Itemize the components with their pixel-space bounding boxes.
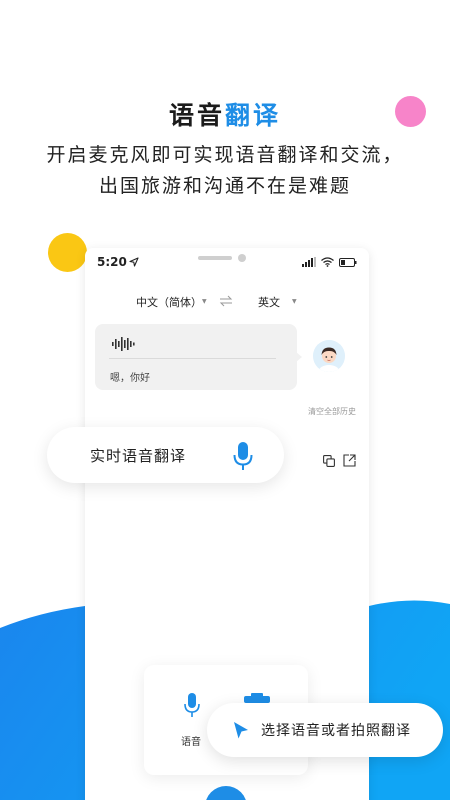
signal-icon — [302, 257, 316, 267]
main-action-button[interactable] — [205, 786, 247, 800]
status-time: 5:20 — [97, 255, 127, 269]
message-bubble[interactable]: 嗯，你好 — [95, 324, 297, 390]
swap-icon[interactable] — [219, 295, 233, 307]
source-dropdown-icon[interactable]: ▼ — [202, 298, 207, 305]
title-accent: 翻译 — [225, 101, 282, 130]
microphone-icon[interactable] — [184, 693, 200, 717]
target-language[interactable]: 英文 — [258, 294, 280, 310]
page-title: 语音翻译 — [0, 96, 450, 132]
battery-icon — [339, 257, 357, 267]
bubble-tail — [296, 352, 302, 362]
camera-icon[interactable] — [244, 693, 270, 703]
realtime-voice-label: 实时语音翻译 — [90, 447, 187, 465]
select-mode-label: 选择语音或者拍照翻译 — [261, 723, 411, 739]
bubble-divider — [109, 358, 276, 359]
page-subtitle: 开启麦克风即可实现语音翻译和交流，出国旅游和沟通不在是难题 — [46, 144, 404, 197]
cursor-arrow-icon — [234, 722, 248, 739]
microphone-icon[interactable] — [233, 442, 253, 470]
yellow-decoration-dot — [48, 233, 87, 272]
voice-wave-icon[interactable] — [112, 337, 138, 351]
copy-icon[interactable] — [323, 455, 335, 467]
navigation-arrow-icon — [129, 257, 139, 267]
promo-screen: 语音翻译 开启麦克风即可实现语音翻译和交流，出国旅游和沟通不在是难题 5:20 — [0, 0, 450, 800]
realtime-voice-card[interactable]: 实时语音翻译 — [47, 427, 284, 483]
share-icon[interactable] — [343, 454, 356, 467]
clear-history-link[interactable]: 清空全部历史 — [308, 406, 356, 417]
wifi-icon — [321, 257, 334, 267]
status-indicators — [302, 256, 357, 268]
source-language[interactable]: 中文（简体） — [136, 294, 202, 310]
select-mode-card[interactable]: 选择语音或者拍照翻译 — [207, 703, 443, 757]
target-dropdown-icon[interactable]: ▼ — [292, 298, 297, 305]
title-main: 语音 — [168, 101, 225, 130]
language-selector-row: 中文（简体） ▼ 英文 ▼ — [85, 294, 369, 312]
pink-decoration-dot — [395, 96, 426, 127]
phone-speaker — [198, 256, 232, 260]
message-text: 嗯，你好 — [110, 373, 150, 384]
phone-camera — [238, 254, 246, 262]
avatar — [313, 340, 345, 372]
voice-mode-label[interactable]: 语音 — [181, 733, 201, 748]
